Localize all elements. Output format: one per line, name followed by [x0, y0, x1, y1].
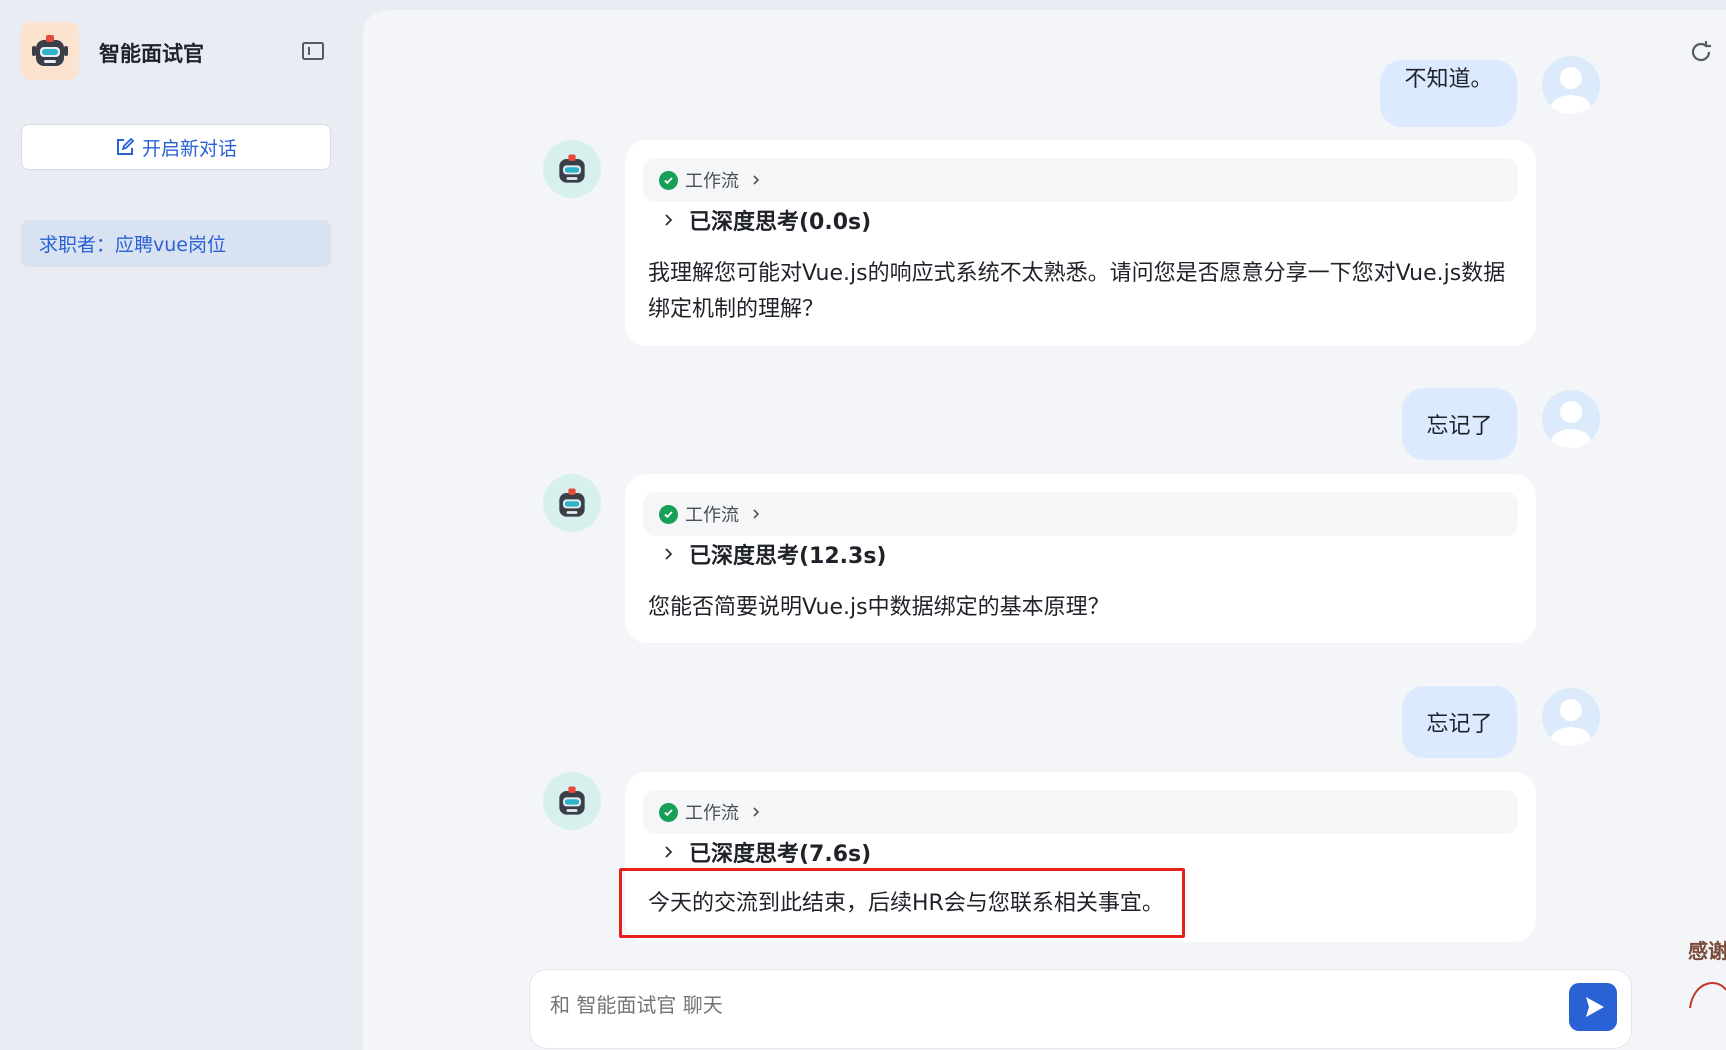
- workflow-toggle[interactable]: 工作流: [643, 790, 1518, 834]
- decorative-sticker: 感谢: [1688, 935, 1726, 1015]
- thinking-label: 已深度思考(7.6s): [689, 842, 872, 867]
- thinking-label: 已深度思考(12.3s): [689, 544, 887, 569]
- chevron-right-icon: [753, 807, 760, 817]
- app-title: 智能面试官: [99, 42, 204, 66]
- bot-message-card: 工作流 已深度思考(12.3s) 您能否简要说明Vue.js中数据绑定的基本原理…: [625, 474, 1536, 643]
- user-message-bubble: 不知道。: [1380, 60, 1517, 127]
- user-message-bubble: 忘记了: [1402, 686, 1517, 758]
- bot-avatar: [543, 140, 601, 198]
- sticker-image-icon: [1689, 982, 1726, 1009]
- user-avatar-icon: [1551, 699, 1591, 746]
- user-message-text: 不知道。: [1404, 67, 1493, 92]
- robot-icon: [559, 786, 585, 815]
- robot-logo-icon: [32, 35, 68, 66]
- user-avatar: [1542, 390, 1600, 448]
- conversation-label: 求职者：应聘vue岗位: [39, 234, 226, 256]
- sticker-text: 感谢: [1688, 939, 1726, 963]
- bot-answer-text: 我理解您可能对Vue.js的响应式系统不太熟悉。请问您是否愿意分享一下您对Vue…: [648, 261, 1506, 322]
- check-icon: [659, 170, 678, 190]
- user-message-text: 忘记了: [1426, 712, 1493, 737]
- chat-input[interactable]: [548, 992, 1452, 1018]
- bot-avatar: [543, 772, 601, 830]
- send-icon: [1586, 997, 1604, 1017]
- workflow-label: 工作流: [685, 803, 739, 824]
- new-chat-button[interactable]: 开启新对话: [21, 124, 331, 170]
- user-message-bubble: 忘记了: [1402, 388, 1517, 460]
- chevron-right-icon: [753, 175, 760, 185]
- send-button[interactable]: [1569, 983, 1617, 1031]
- thinking-toggle[interactable]: 已深度思考(0.0s): [663, 204, 871, 236]
- workflow-toggle[interactable]: 工作流: [643, 492, 1518, 536]
- highlight-box: [619, 868, 1185, 938]
- refresh-icon: [1691, 41, 1711, 62]
- chevron-right-icon: [665, 846, 673, 858]
- sidebar-toggle-icon: [302, 42, 324, 60]
- check-icon: [659, 802, 678, 822]
- user-avatar-icon: [1551, 67, 1591, 114]
- workflow-label: 工作流: [685, 171, 739, 192]
- new-chat-label: 开启新对话: [141, 137, 237, 160]
- user-avatar: [1542, 56, 1600, 114]
- workflow-label: 工作流: [685, 505, 739, 526]
- thinking-toggle[interactable]: 已深度思考(12.3s): [663, 538, 887, 570]
- robot-icon: [559, 154, 585, 183]
- app-logo: [21, 22, 79, 80]
- chevron-right-icon: [665, 214, 673, 226]
- thinking-toggle[interactable]: 已深度思考(7.6s): [663, 836, 871, 868]
- user-message-text: 忘记了: [1426, 414, 1493, 439]
- workflow-toggle[interactable]: 工作流: [643, 158, 1518, 202]
- conversation-item[interactable]: 求职者：应聘vue岗位: [21, 220, 331, 267]
- chat-input-box: [529, 969, 1632, 1049]
- bot-avatar: [543, 474, 601, 532]
- sidebar-toggle-button[interactable]: [300, 38, 326, 64]
- sidebar: 智能面试官 开启新对话 求职者：应聘vue岗位: [0, 0, 362, 1011]
- chevron-right-icon: [665, 548, 673, 560]
- user-avatar: [1542, 688, 1600, 746]
- chevron-right-icon: [753, 509, 760, 519]
- bot-answer-text: 您能否简要说明Vue.js中数据绑定的基本原理？: [648, 595, 1110, 620]
- refresh-button[interactable]: [1687, 38, 1715, 66]
- edit-icon: [116, 137, 135, 155]
- check-icon: [659, 504, 678, 524]
- bot-message-card: 工作流 已深度思考(0.0s) 我理解您可能对Vue.js的响应式系统不太熟悉。…: [625, 140, 1536, 346]
- thinking-label: 已深度思考(0.0s): [689, 210, 872, 235]
- user-avatar-icon: [1551, 401, 1591, 448]
- robot-icon: [559, 488, 585, 517]
